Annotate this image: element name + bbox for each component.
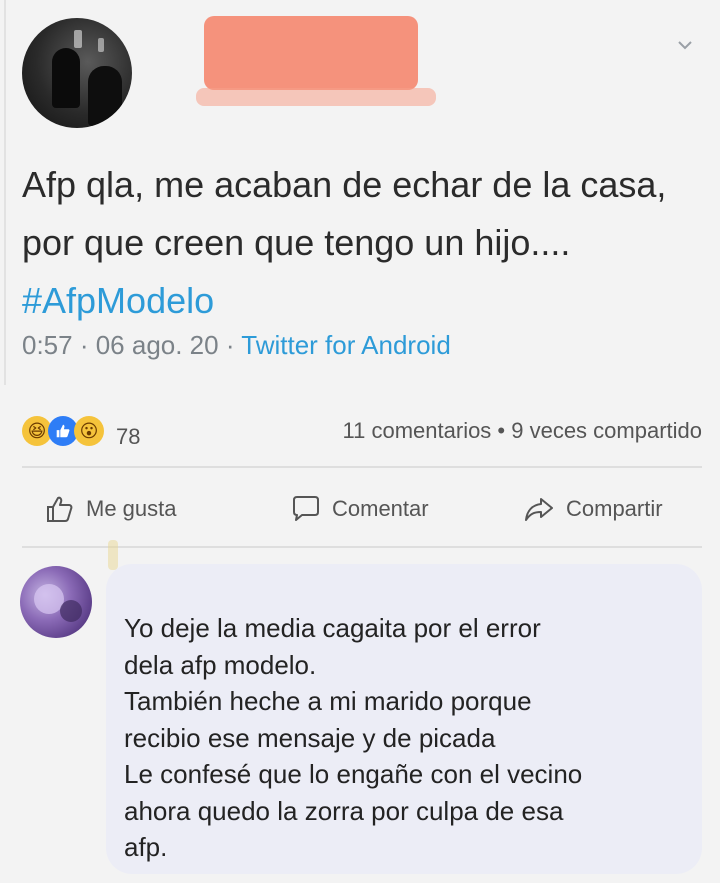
avatar-detail: [60, 600, 82, 622]
comment-text: Yo deje la media cagaita por el error de…: [124, 610, 684, 866]
screenshot-frame: Afp qla, me acaban de echar de la casa, …: [0, 0, 720, 883]
divider: [22, 466, 702, 468]
post-actions-bar: Me gusta Comentar Compartir: [22, 486, 702, 532]
comment-line: dela afp modelo.: [124, 649, 317, 680]
comment-line: También heche a mi marido porque: [124, 686, 532, 716]
tweet-author-avatar[interactable]: [22, 18, 132, 128]
tweet-body: Afp qla, me acaban de echar de la casa, …: [22, 164, 667, 263]
chevron-down-icon[interactable]: [676, 36, 694, 54]
share-button[interactable]: Compartir: [522, 486, 663, 532]
tweet-source-link[interactable]: Twitter for Android: [241, 330, 451, 360]
tweet-time-date: 0:57 · 06 ago. 20 ·: [22, 330, 242, 360]
comment-label: Comentar: [332, 496, 429, 521]
avatar-figure: [52, 48, 80, 108]
wow-icon: 😮: [74, 416, 104, 446]
post-stats-bar: 😆 😮 78 11 comentarios • 9 veces comparti…: [22, 410, 702, 454]
comment-line: afp.: [124, 832, 168, 862]
comment-line: recibio ese mensaje y de picada: [124, 722, 496, 753]
tweet-text: Afp qla, me acaban de echar de la casa, …: [22, 156, 702, 330]
avatar-light: [98, 38, 104, 52]
hashtag-link[interactable]: #AfpModelo: [22, 280, 214, 321]
comments-shares-count[interactable]: 11 comentarios • 9 veces compartido: [343, 418, 702, 444]
comment-line: Yo deje la media cagaita por el error: [124, 613, 541, 643]
avatar-light: [74, 30, 82, 48]
share-arrow-icon: [525, 498, 553, 521]
thumbs-up-icon: [47, 496, 73, 522]
tweet-metadata: 0:57 · 06 ago. 20 · Twitter for Android: [22, 330, 702, 361]
divider: [22, 546, 702, 548]
reaction-count: 78: [116, 424, 141, 449]
comment-button[interactable]: Comentar: [288, 486, 429, 532]
comment-line: ahora quedo la zorra por culpa de esa: [124, 795, 564, 826]
avatar-figure: [88, 66, 122, 126]
commenter-avatar[interactable]: [20, 566, 92, 638]
like-label: Me gusta: [86, 496, 177, 521]
comment-icon: [293, 496, 319, 521]
tweet-left-border: [4, 0, 6, 385]
redacted-commenter-name: [108, 540, 118, 570]
like-button[interactable]: Me gusta: [42, 486, 177, 532]
comment-line: Le confesé que lo engañe con el vecino: [124, 759, 583, 789]
redacted-author-handle: [196, 88, 436, 106]
share-label: Compartir: [566, 496, 663, 521]
redacted-author-name: [204, 16, 418, 90]
